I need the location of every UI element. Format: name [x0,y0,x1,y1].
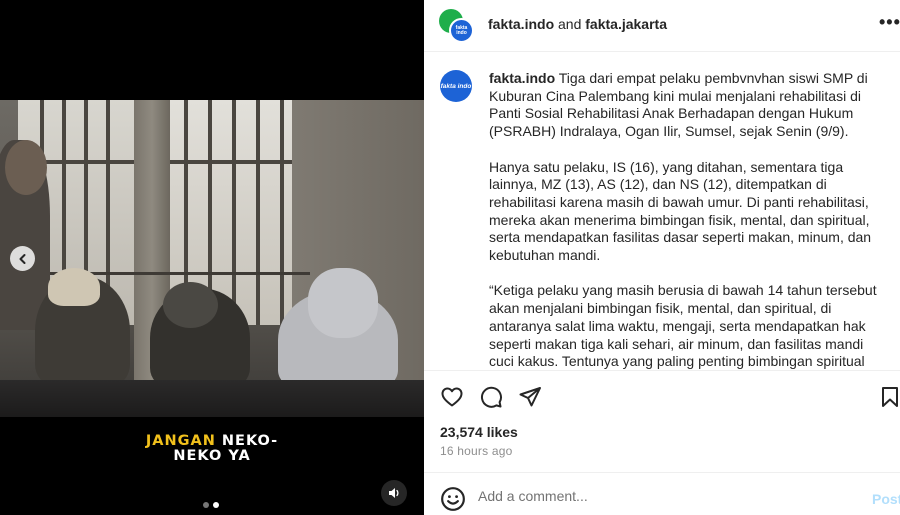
add-comment-bar: Post [424,472,900,515]
caption-paragraph: Hanya satu pelaku, IS (16), yang ditahan… [489,158,872,264]
seated-person-cap [48,268,100,306]
action-bar [424,370,900,420]
post-media[interactable]: JANGAN NEKO- NEKO YA [0,0,424,515]
seated-person-head [163,282,218,328]
comment-input[interactable] [478,488,858,504]
post-comment-button[interactable]: Post [872,491,900,507]
post-detail-panel: fakta indo fakta.indo and fakta.jakarta … [424,0,900,515]
window-bar [280,100,284,325]
author-link[interactable]: fakta.jakarta [585,16,667,32]
caption-username[interactable]: fakta.indo [489,70,555,86]
seated-person-hood [308,268,378,338]
avatar: fakta indo [449,18,474,43]
window-bar [256,100,260,325]
carousel-dot-active [213,502,219,508]
table [0,380,424,417]
comment-button[interactable] [478,384,504,410]
caption-paragraph: fakta.indo Tiga dari empat pelaku pembvn… [489,70,889,141]
post-caption: fakta.indo Tiga dari empat pelaku pembvn… [489,70,889,370]
comment-icon [480,386,502,408]
more-options-button[interactable]: ••• [879,13,900,31]
standing-person-head [5,140,47,195]
likes-count[interactable]: 23,574 likes [440,424,518,440]
carousel-dot [203,502,209,508]
video-caption-line2: NEKO YA [173,448,251,464]
bookmark-icon [882,387,898,407]
comments-area[interactable]: fakta indo fakta.indo Tiga dari empat pe… [424,52,900,370]
sound-toggle-button[interactable] [381,480,407,506]
speaker-icon [389,488,399,498]
chevron-left-icon [19,253,25,264]
caption-paragraph: “Ketiga pelaku yang masih berusia di baw… [489,282,877,370]
heart-icon [441,387,463,407]
send-icon [519,387,541,407]
carousel-dots [203,502,219,508]
save-button[interactable] [877,384,900,410]
emoji-icon[interactable] [440,486,466,512]
post-timestamp[interactable]: 16 hours ago [440,444,512,458]
share-button[interactable] [517,384,543,410]
window-bar [232,100,236,325]
and-text: and [554,16,586,32]
like-button[interactable] [439,384,465,410]
post-authors: fakta.indo and fakta.jakarta [488,16,667,32]
collab-avatars[interactable]: fakta indo [439,9,475,43]
previous-slide-button[interactable] [10,246,35,271]
author-link[interactable]: fakta.indo [488,16,554,32]
post-header: fakta indo fakta.indo and fakta.jakarta … [424,0,900,52]
post-photo [0,100,424,417]
avatar[interactable]: fakta indo [440,70,472,102]
